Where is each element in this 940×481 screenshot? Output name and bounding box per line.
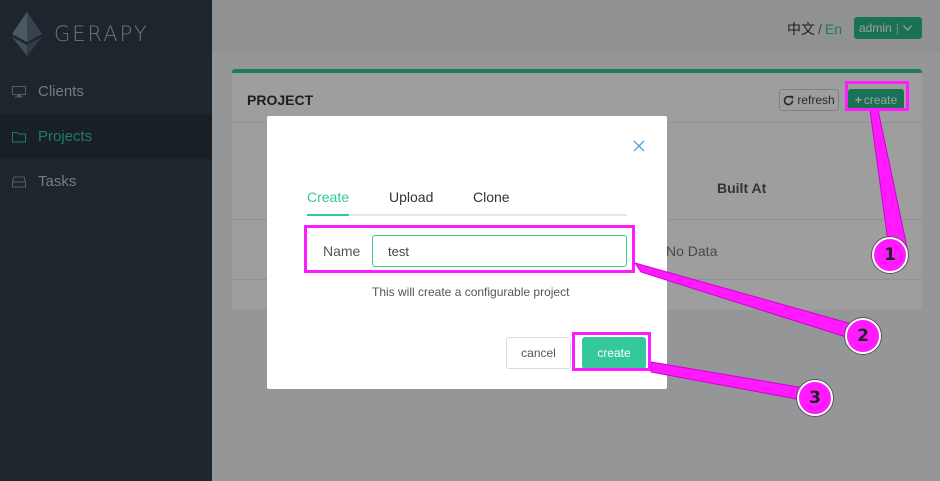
create-hint-text: This will create a configurable project bbox=[372, 285, 570, 299]
active-tab-indicator bbox=[307, 214, 349, 216]
step-badge-3: 3 bbox=[797, 380, 833, 416]
close-icon[interactable] bbox=[632, 139, 646, 153]
tab-clone[interactable]: Clone bbox=[473, 189, 510, 205]
cancel-button[interactable]: cancel bbox=[506, 337, 571, 369]
step-badge-1: 1 bbox=[872, 237, 908, 273]
dialog-tabs: Create Upload Clone bbox=[307, 187, 627, 216]
highlight-box bbox=[572, 332, 651, 371]
tab-create[interactable]: Create bbox=[307, 189, 349, 205]
step-badge-2: 2 bbox=[845, 318, 881, 354]
tab-upload[interactable]: Upload bbox=[389, 189, 433, 205]
highlight-box bbox=[845, 81, 909, 111]
highlight-box bbox=[304, 225, 635, 273]
